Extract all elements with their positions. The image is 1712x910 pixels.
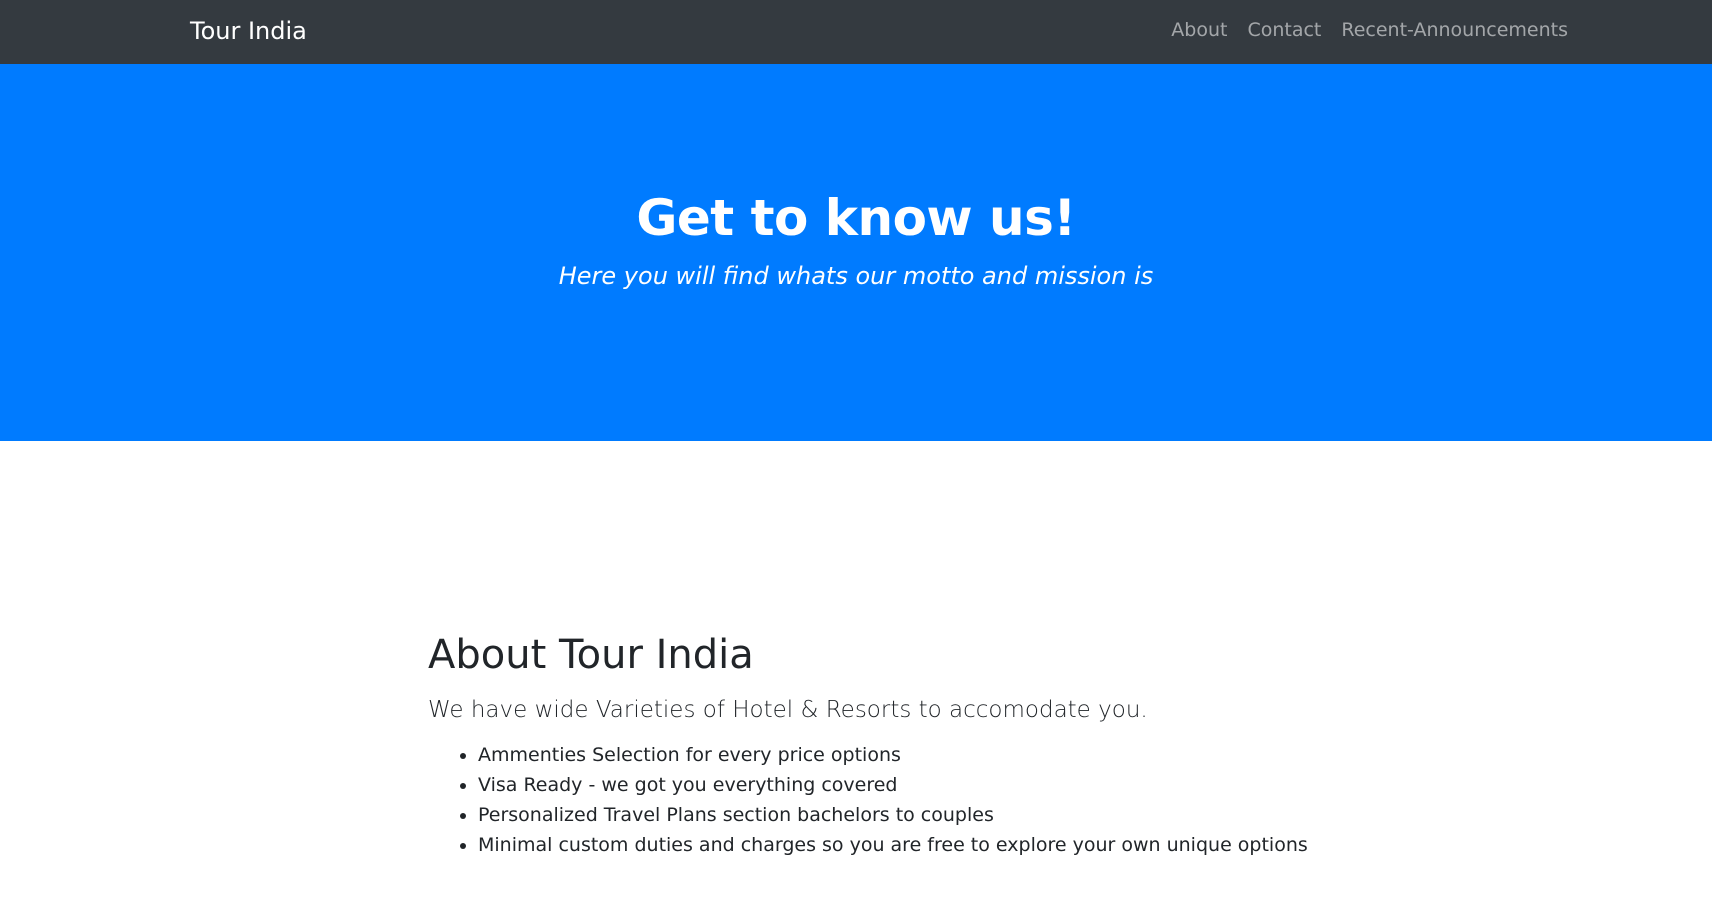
nav-link-contact[interactable]: Contact [1247, 16, 1321, 44]
hero-title: Get to know us! [636, 189, 1076, 247]
brand-link[interactable]: Tour India [190, 15, 307, 47]
navbar: Tour India About Contact Recent-Announce… [0, 0, 1712, 64]
about-title: About Tour India [428, 632, 754, 678]
feature-list-item: Visa Ready - we got you everything cover… [478, 770, 1428, 800]
feature-list-item: Minimal custom duties and charges so you… [478, 830, 1428, 860]
nav-link-about[interactable]: About [1171, 16, 1227, 44]
about-section: About Tour India We have wide Varieties … [428, 628, 1428, 860]
nav-link-recent-announcements[interactable]: Recent-Announcements [1341, 16, 1568, 44]
hero-subtitle: Here you will find whats our motto and m… [558, 262, 1154, 290]
nav-links: About Contact Recent-Announcements [1171, 16, 1568, 44]
feature-list-item: Personalized Travel Plans section bachel… [478, 800, 1428, 830]
hero-banner: Get to know us! Here you will find whats… [0, 64, 1712, 441]
feature-list-item: Ammenties Selection for every price opti… [478, 740, 1428, 770]
feature-list: Ammenties Selection for every price opti… [428, 740, 1428, 860]
about-lead: We have wide Varieties of Hotel & Resort… [428, 697, 1148, 723]
